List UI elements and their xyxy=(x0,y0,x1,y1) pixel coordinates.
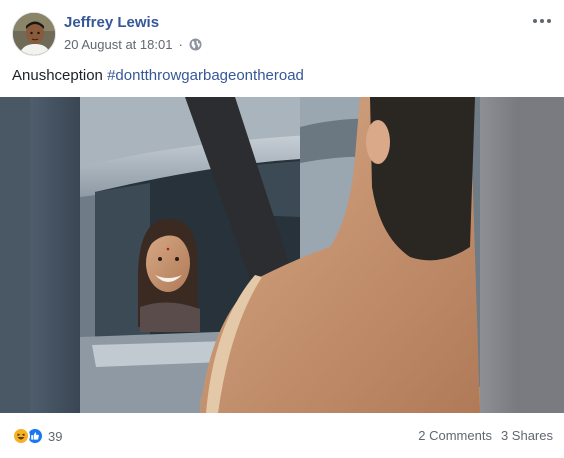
post-timestamp[interactable]: 20 August at 18:01 xyxy=(64,37,172,52)
author-avatar[interactable] xyxy=(12,12,56,56)
post-video[interactable] xyxy=(0,97,564,413)
post-meta: 20 August at 18:01 · xyxy=(64,37,202,52)
video-still-image xyxy=(0,97,564,413)
post-footer: 39 2 Comments 3 Shares xyxy=(0,413,564,458)
meta-separator: · xyxy=(178,37,183,52)
caption-hashtag[interactable]: #dontthrowgarbageontheroad xyxy=(107,67,304,84)
facebook-post: Jeffrey Lewis 20 August at 18:01 · Anush… xyxy=(0,0,564,458)
shares-count-link[interactable]: 3 Shares xyxy=(501,428,553,443)
author-name[interactable]: Jeffrey Lewis xyxy=(64,14,159,31)
reaction-count: 39 xyxy=(48,428,63,444)
globe-icon[interactable] xyxy=(189,38,202,51)
post-caption: Anushception #dontthrowgarbageontheroad xyxy=(12,67,304,84)
more-options-icon[interactable] xyxy=(530,14,554,28)
haha-reaction-icon xyxy=(12,427,30,445)
reactions-summary[interactable]: 39 xyxy=(12,427,62,445)
comments-count-link[interactable]: 2 Comments xyxy=(418,428,492,443)
caption-text: Anushception xyxy=(12,67,103,84)
engagement-counts: 2 Comments 3 Shares xyxy=(418,428,553,443)
